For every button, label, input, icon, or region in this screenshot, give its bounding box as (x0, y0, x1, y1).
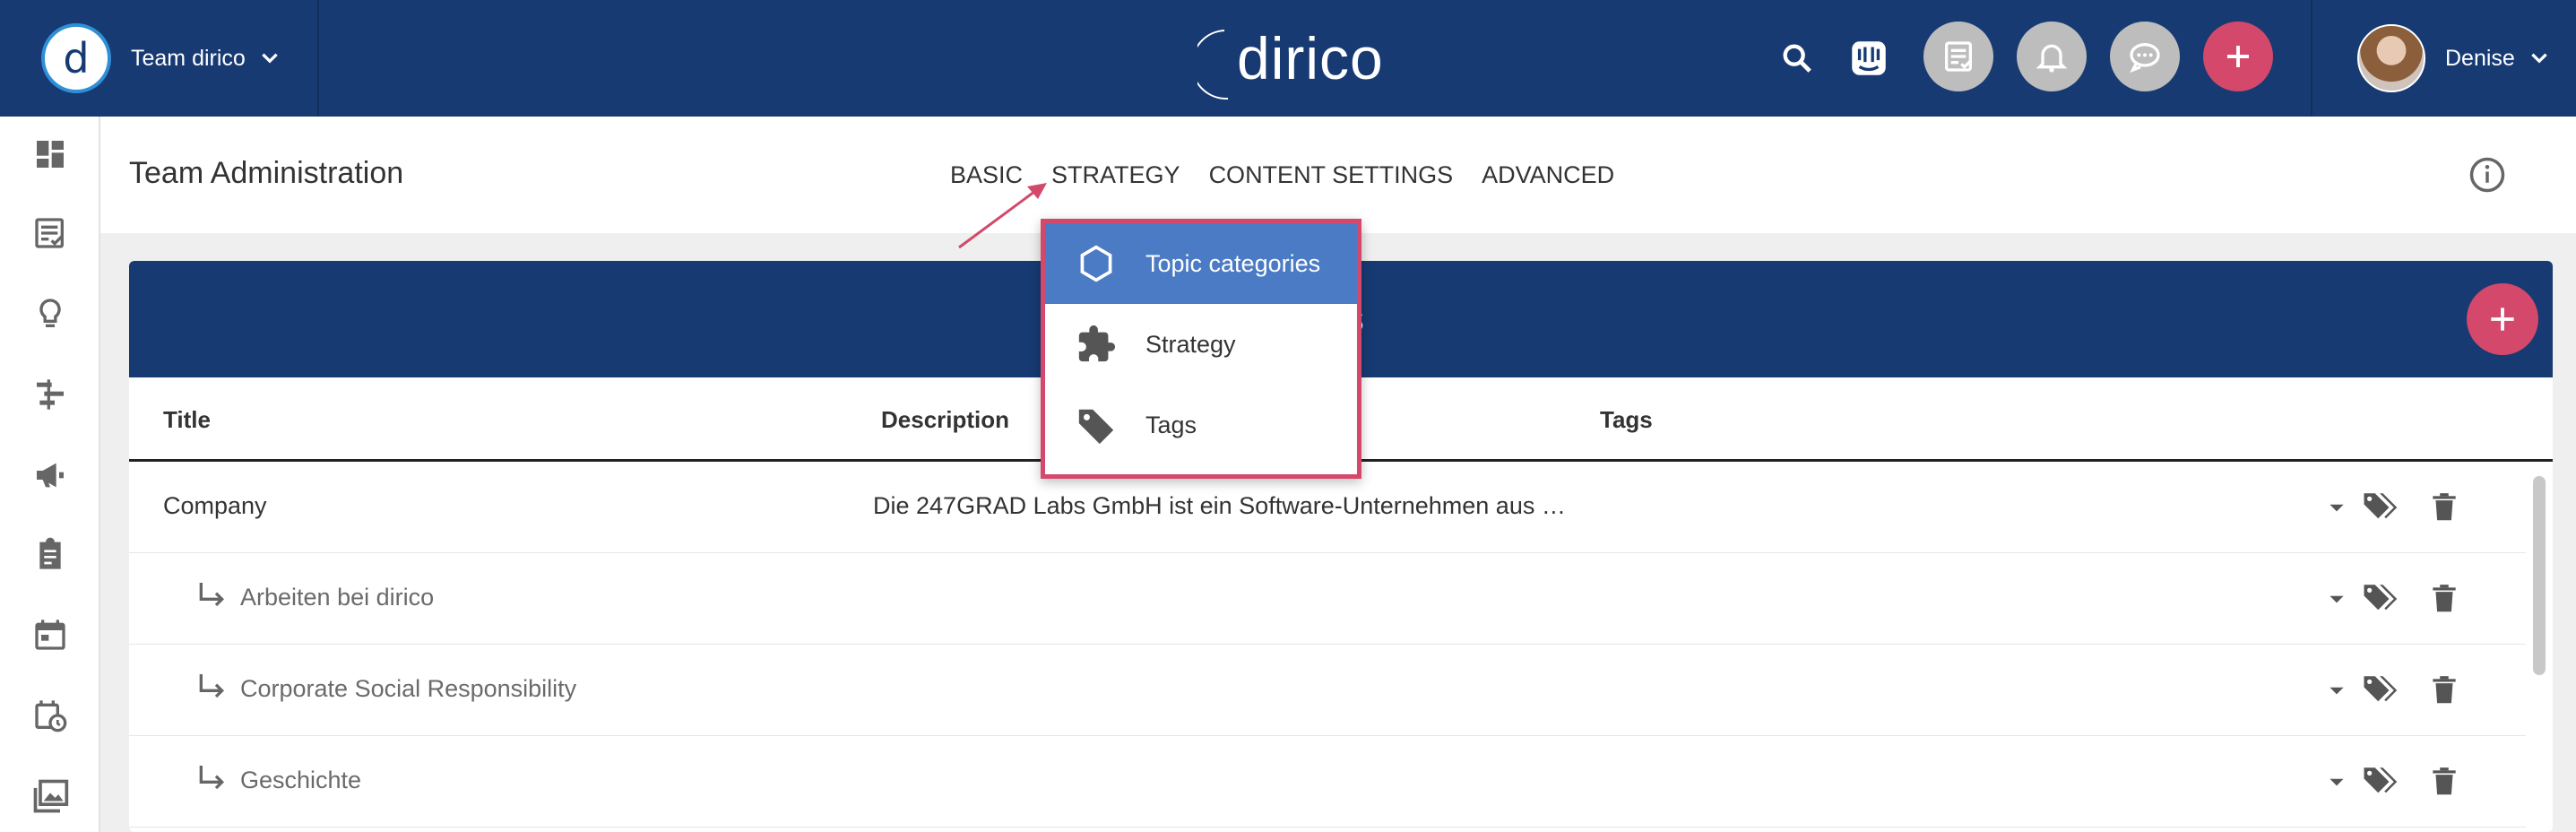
table-row[interactable]: Geschichte (129, 736, 2526, 828)
side-nav (0, 117, 100, 832)
subdirectory-arrow-icon (199, 583, 225, 607)
plus-icon (2491, 308, 2514, 331)
annotation-arrow (958, 183, 1047, 249)
delete-icon[interactable] (2424, 761, 2465, 802)
team-name: Team dirico (131, 45, 246, 71)
tasks-icon[interactable] (1923, 22, 1993, 91)
caret-down-icon[interactable] (2316, 670, 2357, 711)
subdirectory-arrow-icon (199, 674, 225, 698)
caret-down-icon[interactable] (2316, 487, 2357, 528)
strategy-dropdown-menu: Topic categories Strategy Tags (1041, 219, 1361, 479)
tab-content-settings[interactable]: CONTENT SETTINGS (1209, 161, 1454, 189)
lightbulb-icon[interactable] (30, 294, 70, 334)
avatar (2357, 24, 2425, 92)
delete-icon[interactable] (2424, 670, 2465, 711)
table-row[interactable]: Arbeiten bei dirico (129, 553, 2526, 645)
subdirectory-arrow-icon (199, 766, 225, 790)
brand-mark (1197, 30, 1229, 100)
caret-down-icon[interactable] (2316, 761, 2357, 802)
bell-icon[interactable] (2017, 22, 2087, 91)
tags-icon[interactable] (2359, 487, 2400, 528)
delete-icon[interactable] (2424, 487, 2465, 528)
tags-icon[interactable] (2359, 670, 2400, 711)
tags-icon[interactable] (2359, 578, 2400, 620)
chevron-down-icon (2528, 47, 2551, 70)
brand-logo: dirico (1197, 11, 1384, 106)
intercom-icon[interactable] (1834, 23, 1904, 93)
chat-icon[interactable] (2110, 22, 2180, 91)
delete-icon[interactable] (2424, 578, 2465, 620)
dashboard-icon[interactable] (30, 134, 70, 174)
calendar-clock-icon[interactable] (30, 696, 70, 735)
top-bar: d Team dirico dirico Denise (0, 0, 2576, 117)
checklist-icon[interactable] (30, 213, 70, 253)
team-switcher[interactable]: d Team dirico (0, 0, 319, 117)
tag-icon (1074, 403, 1119, 447)
chevron-down-icon (258, 47, 281, 70)
clipboard-icon[interactable] (30, 534, 70, 574)
calendar-icon[interactable] (30, 615, 70, 654)
timeline-icon[interactable] (30, 375, 70, 414)
plus-icon[interactable] (2203, 22, 2273, 91)
menu-item-label: Tags (1145, 411, 1197, 438)
brand-wordmark: dirico (1237, 25, 1384, 91)
column-title: Title (163, 406, 211, 433)
row-title: Company (163, 492, 267, 519)
menu-item-tags[interactable]: Tags (1045, 385, 1357, 465)
page-title: Team Administration (129, 156, 404, 190)
row-title: Geschichte (240, 767, 362, 793)
search-icon[interactable] (1762, 23, 1832, 93)
gallery-icon[interactable] (30, 776, 70, 816)
add-category-button[interactable] (2467, 283, 2538, 355)
table-row[interactable]: Corporate Social Responsibility (129, 645, 2526, 736)
puzzle-icon (1074, 322, 1119, 367)
hexagon-icon (1074, 241, 1119, 286)
scrollbar[interactable] (2533, 476, 2546, 675)
tags-icon[interactable] (2359, 761, 2400, 802)
team-logo: d (41, 23, 111, 93)
row-title: Arbeiten bei dirico (240, 584, 435, 611)
column-tags: Tags (1600, 406, 1653, 433)
row-title: Corporate Social Responsibility (240, 675, 577, 702)
user-menu[interactable]: Denise (2311, 0, 2576, 117)
caret-down-icon[interactable] (2316, 578, 2357, 620)
user-name: Denise (2445, 45, 2515, 71)
menu-item-label: Strategy (1145, 330, 1236, 358)
megaphone-icon[interactable] (30, 455, 70, 495)
tab-advanced[interactable]: ADVANCED (1482, 161, 1614, 189)
menu-item-label: Topic categories (1145, 249, 1321, 277)
info-icon[interactable] (2468, 156, 2506, 194)
menu-item-topic-categories[interactable]: Topic categories (1045, 223, 1357, 304)
menu-item-strategy[interactable]: Strategy (1045, 304, 1357, 385)
row-description: Die 247GRAD Labs GmbH ist ein Software-U… (873, 492, 1566, 519)
tab-strategy[interactable]: STRATEGY (1051, 161, 1180, 189)
column-description: Description (881, 406, 1010, 433)
page-header: Team Administration BASIC STRATEGY CONTE… (100, 117, 2576, 233)
